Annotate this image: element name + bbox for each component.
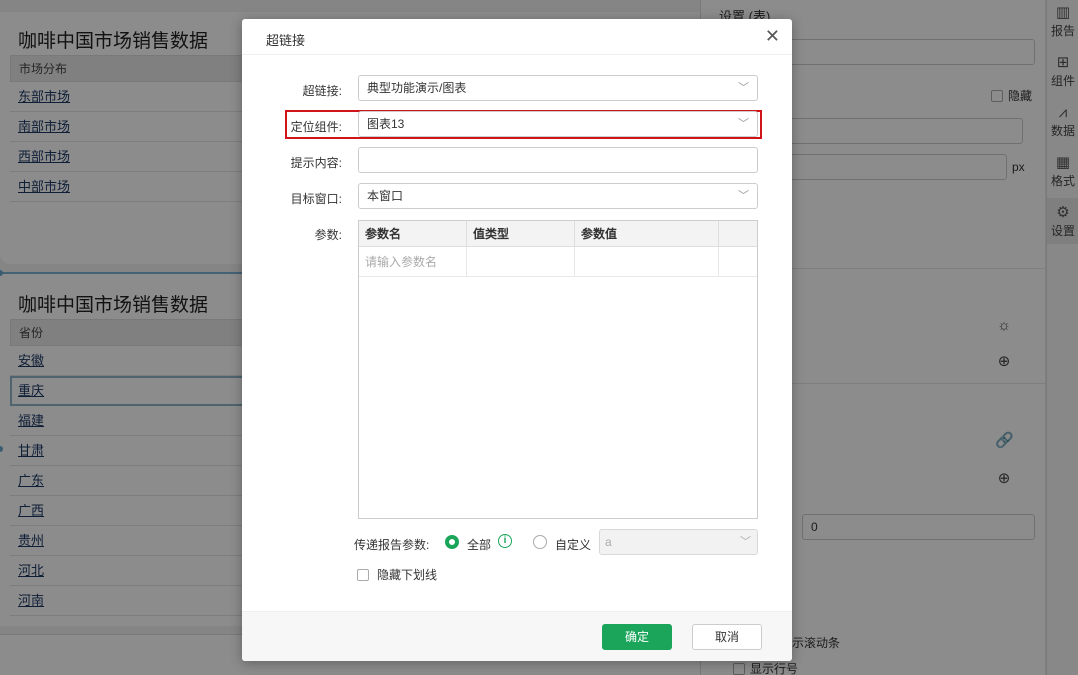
column-header: 参数值 [575, 221, 719, 247]
hide-underline-label: 隐藏下划线 [377, 568, 438, 582]
ok-button[interactable]: 确定 [602, 624, 672, 650]
params-table: 参数名 值类型 参数值 请输入参数名 [358, 220, 758, 519]
custom-select-value: a [605, 535, 612, 549]
hyperlink-dialog: 超链接 ✕ 超链接: 典型功能演示/图表 ﹀ 定位组件: 图表13 ﹀ 提示内容… [242, 19, 792, 661]
hide-underline-checkbox[interactable]: 隐藏下划线 [357, 566, 437, 583]
dialog-title: 超链接 [266, 33, 306, 48]
param-value-cell[interactable] [575, 247, 719, 277]
cancel-button[interactable]: 取消 [692, 624, 762, 650]
target-select[interactable]: 本窗口 ﹀ [358, 183, 758, 209]
pass-params-row: 传递报告参数: 全部 i 自定义 a ﹀ [242, 529, 792, 555]
params-table-header: 参数名 值类型 参数值 [359, 221, 757, 247]
dialog-footer: 确定 取消 [242, 611, 792, 661]
custom-select[interactable]: a ﹀ [599, 529, 758, 555]
locate-label: 定位组件: [290, 120, 342, 134]
radio-custom[interactable] [533, 535, 547, 549]
hyperlink-select[interactable]: 典型功能演示/图表 ﹀ [358, 75, 758, 101]
target-label: 目标窗口: [290, 192, 342, 206]
dialog-header: 超链接 ✕ [242, 19, 792, 55]
locate-select[interactable]: 图表13 ﹀ [358, 111, 758, 137]
table-row: 请输入参数名 [359, 247, 757, 277]
target-value: 本窗口 [367, 189, 404, 203]
column-header: 值类型 [467, 221, 575, 247]
radio-all-label[interactable]: 全部 [467, 536, 491, 553]
pass-params-label: 传递报告参数: [354, 538, 430, 552]
radio-all[interactable] [445, 535, 459, 549]
column-header: 参数名 [359, 221, 467, 247]
param-type-cell[interactable] [467, 247, 575, 277]
close-icon[interactable]: ✕ [765, 27, 780, 45]
checkbox-box[interactable] [357, 568, 369, 581]
hyperlink-value: 典型功能演示/图表 [367, 81, 467, 95]
hyperlink-label: 超链接: [302, 84, 342, 98]
chevron-down-icon: ﹀ [740, 536, 751, 548]
params-label: 参数: [314, 228, 342, 242]
param-name-input[interactable]: 请输入参数名 [359, 247, 467, 277]
info-icon[interactable]: i [498, 534, 512, 548]
locate-value: 图表13 [367, 117, 405, 131]
chevron-down-icon: ﹀ [738, 82, 749, 94]
tip-input[interactable] [358, 147, 758, 173]
chevron-down-icon: ﹀ [738, 118, 749, 130]
tip-label: 提示内容: [290, 156, 342, 170]
radio-custom-label[interactable]: 自定义 [555, 536, 591, 553]
chevron-down-icon: ﹀ [738, 190, 749, 202]
